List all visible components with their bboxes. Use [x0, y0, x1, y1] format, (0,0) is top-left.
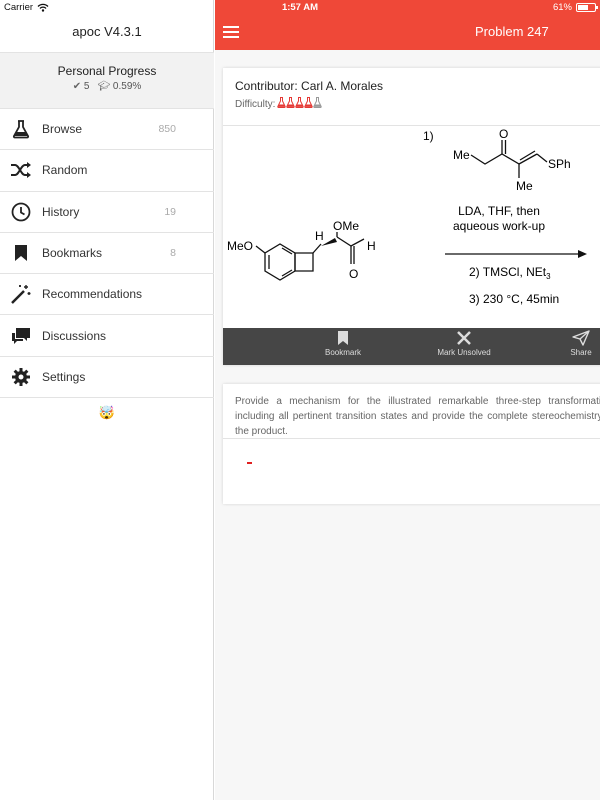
sidebar: apoc V4.3.1 Personal Progress ✔ 5 🎓︎ 0.5…	[0, 0, 214, 800]
sidebar-item-history[interactable]: History 19	[0, 192, 214, 233]
reagent-methyl-top: Me	[453, 148, 470, 162]
sidebar-item-discussions[interactable]: Discussions	[0, 315, 214, 357]
magic-wand-icon	[10, 283, 32, 305]
problem-description: Provide a mechanism for the illustrated …	[235, 396, 600, 437]
condition-1-line2: aqueous work-up	[453, 219, 545, 233]
reaction-arrow	[445, 250, 587, 258]
solved-count: 5	[83, 81, 90, 92]
bookmark-label: Bookmark	[324, 348, 361, 357]
difficulty: Difficulty:	[235, 97, 323, 111]
reagent-sph: SPh	[548, 157, 571, 171]
substrate-aldehyde-h: H	[367, 239, 376, 253]
solved-stat: ✔ 5	[73, 81, 90, 92]
sidebar-item-random[interactable]: Random	[0, 150, 214, 192]
percent-value: 0.59%	[112, 81, 142, 92]
mark-unsolved-button[interactable]: Mark Unsolved	[424, 330, 504, 357]
substrate-meo: MeO	[227, 239, 253, 253]
sidebar-menu: Browse 850 Random History 19 Bookmarks 8	[0, 109, 214, 399]
percent-stat: 🎓︎ 0.59%	[97, 81, 141, 92]
divider	[223, 438, 600, 439]
battery-icon	[576, 3, 598, 12]
menu-icon[interactable]	[223, 26, 239, 38]
share-label: Share	[570, 348, 592, 357]
page-title: Problem 247	[475, 24, 549, 39]
check-icon: ✔	[72, 81, 82, 92]
mind-blown-emoji: 🤯	[98, 405, 116, 420]
substrate-hydrogen: H	[315, 229, 324, 243]
problem-toolbar: Bookmark Mark Unsolved Share	[223, 328, 600, 365]
difficulty-flask-filled-icon	[277, 97, 287, 108]
mark-unsolved-label: Mark Unsolved	[437, 348, 491, 357]
reaction-scheme: 1) Me O SPh Me LDA, THF, then aqueous wo…	[227, 127, 587, 306]
bookmark-icon	[10, 242, 32, 264]
share-button[interactable]: Share	[541, 330, 600, 357]
sidebar-item-recommendations[interactable]: Recommendations	[0, 274, 214, 316]
status-time: 1:57 AM	[281, 2, 319, 13]
sidebar-item-label: Settings	[42, 369, 86, 384]
difficulty-rating	[277, 97, 323, 111]
sidebar-item-label: Random	[42, 163, 88, 178]
contributor: Contributor: Carl A. Morales	[235, 79, 384, 93]
flask-icon	[10, 118, 32, 140]
status-bar: Carrier 1:57 AM 61%	[0, 0, 600, 16]
difficulty-flask-filled-icon	[286, 97, 296, 108]
sidebar-item-label: Bookmarks	[42, 246, 103, 261]
chat-bubbles-icon	[10, 325, 32, 347]
sidebar-item-count: 850	[158, 123, 176, 136]
difficulty-flask-filled-icon	[304, 97, 314, 108]
gear-icon	[10, 366, 32, 388]
red-dash-marker	[247, 462, 252, 464]
progress-title: Personal Progress	[57, 64, 157, 78]
progress-stats: ✔ 5 🎓︎ 0.59%	[0, 81, 214, 92]
personal-progress-panel: Personal Progress ✔ 5 🎓︎ 0.59%	[0, 52, 214, 109]
reagent-oxygen: O	[499, 127, 508, 141]
step1-label: 1)	[423, 129, 434, 143]
difficulty-label: Difficulty:	[235, 98, 276, 110]
sidebar-item-bookmarks[interactable]: Bookmarks 8	[0, 233, 214, 275]
bookmark-button[interactable]: Bookmark	[303, 330, 383, 357]
battery-percent: 61%	[552, 2, 572, 13]
paper-plane-icon	[572, 330, 590, 346]
shuffle-icon	[10, 159, 32, 181]
app-title: apoc V4.3.1	[72, 24, 142, 39]
substrate-bonds	[255, 232, 365, 281]
condition-1-line1: LDA, THF, then	[458, 204, 540, 218]
description-card: Provide a mechanism for the illustrated …	[223, 384, 600, 504]
condition-2: 2) TMSCl, NEt3	[469, 265, 551, 281]
sidebar-item-label: Discussions	[42, 328, 107, 343]
sidebar-item-browse[interactable]: Browse 850	[0, 109, 214, 151]
graduation-cap-icon: 🎓︎	[97, 81, 111, 92]
clock-icon	[10, 201, 32, 223]
reagent-bonds	[470, 140, 548, 178]
sidebar-item-label: Recommendations	[42, 287, 143, 302]
reagent-methyl-bottom: Me	[516, 179, 533, 193]
sidebar-item-label: History	[42, 204, 80, 219]
sidebar-item-label: Browse	[42, 122, 83, 137]
sidebar-item-settings[interactable]: Settings	[0, 357, 214, 399]
battery-status: 61%	[552, 2, 598, 13]
substrate-ome: OMe	[333, 219, 359, 233]
difficulty-flask-empty-icon	[313, 97, 323, 108]
problem-card: Contributor: Carl A. Morales Difficulty:…	[223, 68, 600, 365]
main-panel: Problem 247 Contributor: Carl A. Morales…	[215, 0, 600, 800]
close-icon	[457, 331, 471, 345]
substrate-oxygen: O	[349, 267, 358, 281]
bookmark-icon	[338, 331, 348, 345]
condition-3: 3) 230 °C, 45min	[469, 292, 559, 306]
difficulty-flask-filled-icon	[295, 97, 305, 108]
sidebar-item-count: 19	[164, 205, 176, 218]
sidebar-item-count: 8	[170, 247, 176, 260]
